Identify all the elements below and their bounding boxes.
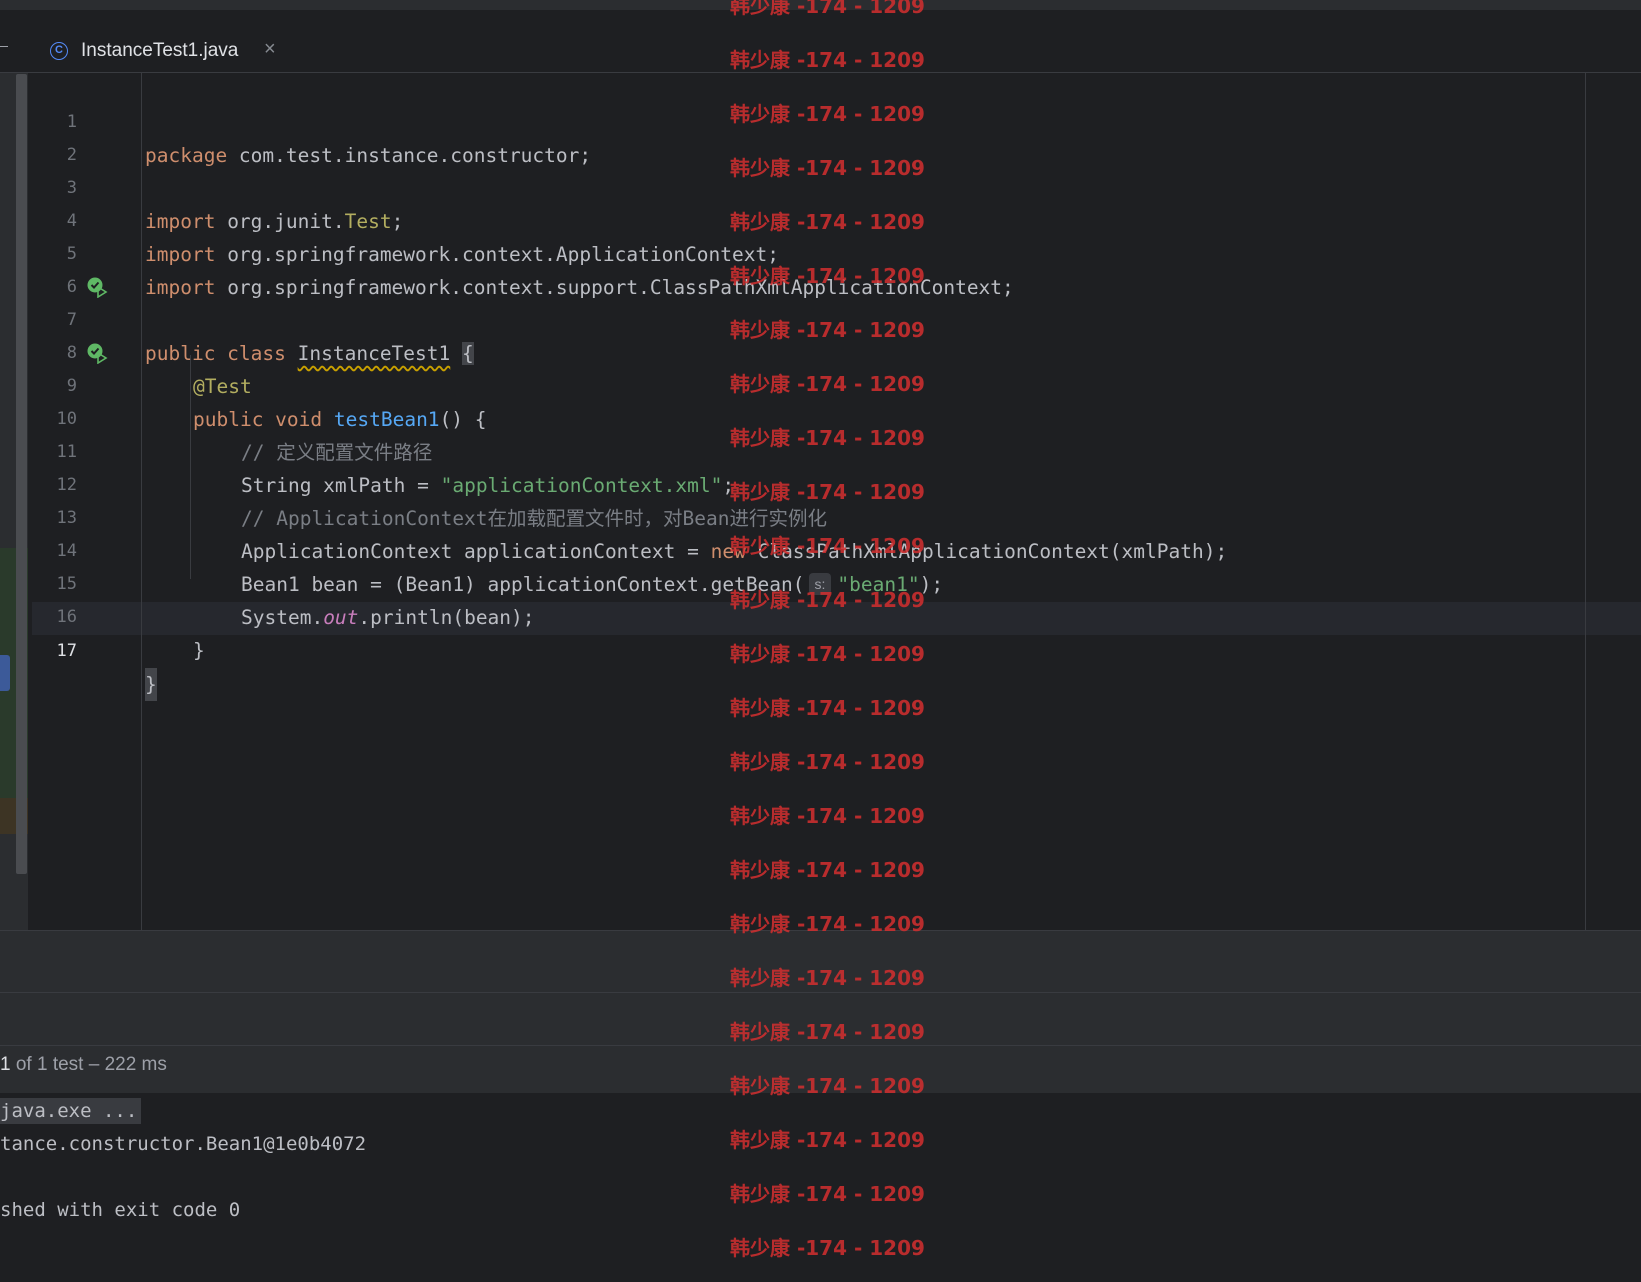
watermark-text: 韩少康 -174 - 1209 bbox=[730, 102, 925, 126]
watermark-text: 韩少康 -174 - 1209 bbox=[730, 750, 925, 774]
watermark-text: 韩少康 -174 - 1209 bbox=[730, 318, 925, 342]
watermark-text: 韩少康 -174 - 1209 bbox=[730, 696, 925, 720]
watermark-text: 韩少康 -174 - 1209 bbox=[730, 0, 925, 18]
console-line: java.exe ... bbox=[0, 1098, 142, 1124]
java-class-icon: C bbox=[50, 42, 68, 60]
test-summary: of 1 test – 222 ms bbox=[10, 1054, 167, 1075]
run-test-icon[interactable] bbox=[86, 342, 108, 364]
closing-brace: } bbox=[145, 668, 157, 701]
watermark-text: 韩少康 -174 - 1209 bbox=[730, 966, 925, 990]
tests-passed-count: 1 bbox=[0, 1054, 11, 1075]
watermark-text: 韩少康 -174 - 1209 bbox=[730, 1020, 925, 1044]
watermark-text: 韩少康 -174 - 1209 bbox=[730, 642, 925, 666]
watermark-text: 韩少康 -174 - 1209 bbox=[730, 264, 925, 288]
collapse-dash[interactable] bbox=[0, 46, 8, 47]
console-line: tance.constructor.Bean1@1e0b4072 bbox=[0, 1133, 367, 1155]
watermark-text: 韩少康 -174 - 1209 bbox=[730, 588, 925, 612]
watermark-text: 韩少康 -174 - 1209 bbox=[730, 912, 925, 936]
run-test-icon[interactable] bbox=[86, 276, 108, 298]
watermark-text: 韩少康 -174 - 1209 bbox=[730, 534, 925, 558]
close-icon[interactable]: × bbox=[264, 38, 276, 61]
line-number-current: 17 bbox=[56, 641, 77, 661]
watermark-text: 韩少康 -174 - 1209 bbox=[730, 1236, 925, 1260]
watermark-text: 韩少康 -174 - 1209 bbox=[730, 858, 925, 882]
test-status: 1 of 1 test – 222 ms bbox=[0, 1054, 167, 1076]
console-line: shed with exit code 0 bbox=[0, 1199, 241, 1221]
watermark-text: 韩少康 -174 - 1209 bbox=[730, 48, 925, 72]
watermark-text: 韩少康 -174 - 1209 bbox=[730, 372, 925, 396]
console-command[interactable]: java.exe ... bbox=[0, 1098, 142, 1124]
watermark-text: 韩少康 -174 - 1209 bbox=[730, 210, 925, 234]
watermark-text: 韩少康 -174 - 1209 bbox=[730, 804, 925, 828]
tab-title: InstanceTest1.java bbox=[81, 40, 239, 61]
watermark-text: 韩少康 -174 - 1209 bbox=[730, 480, 925, 504]
watermark-text: 韩少康 -174 - 1209 bbox=[730, 156, 925, 180]
watermark-text: 韩少康 -174 - 1209 bbox=[730, 1128, 925, 1152]
code-text: } bbox=[193, 639, 205, 662]
watermark-text: 韩少康 -174 - 1209 bbox=[730, 426, 925, 450]
watermark-text: 韩少康 -174 - 1209 bbox=[730, 1182, 925, 1206]
watermark-text: 韩少康 -174 - 1209 bbox=[730, 1074, 925, 1098]
